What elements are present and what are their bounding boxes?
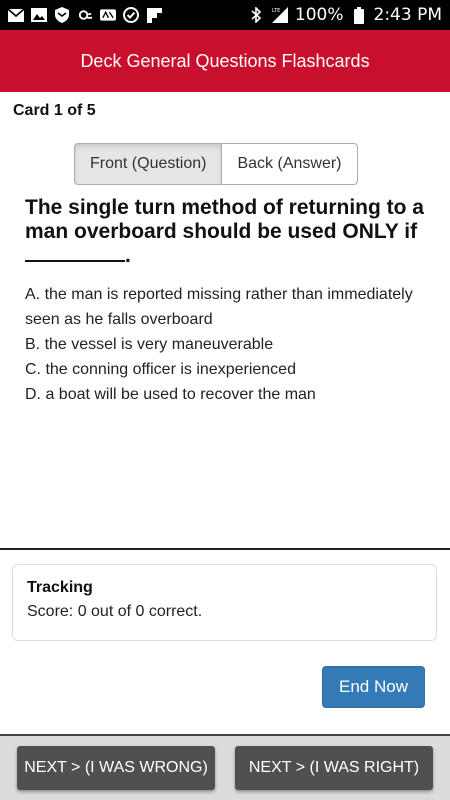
tracking-score: Score: 0 out of 0 correct.	[27, 603, 203, 620]
shield-icon	[54, 7, 70, 23]
mail-icon	[8, 7, 24, 23]
status-time: 2:43 PM	[373, 5, 443, 25]
question-blank	[25, 244, 125, 262]
answer-option-a: A. the man is reported missing rather th…	[25, 286, 413, 328]
cloud-icon	[77, 7, 93, 23]
svg-text:LTE: LTE	[272, 8, 280, 14]
battery-percent: 100%	[294, 5, 344, 25]
card-side-toggle: Front (Question) Back (Answer)	[74, 143, 358, 185]
next-right-button[interactable]: NEXT > (I WAS RIGHT)	[235, 746, 433, 790]
answer-option-b: B. the vessel is very maneuverable	[25, 336, 274, 353]
back-answer-tab[interactable]: Back (Answer)	[222, 143, 358, 185]
tracking-panel: Tracking Score: 0 out of 0 correct.	[12, 564, 437, 641]
flipboard-icon	[146, 7, 162, 23]
answer-list: A. the man is reported missing rather th…	[25, 282, 435, 407]
lte-signal-icon: LTE	[271, 7, 288, 23]
app-header: Deck General Questions Flashcards	[0, 30, 450, 92]
status-bar: LTE 100% 2:43 PM	[0, 0, 450, 30]
image-icon	[31, 7, 47, 23]
mlb-icon	[100, 7, 116, 23]
battery-icon	[351, 6, 367, 24]
status-bar-system: LTE 100% 2:43 PM	[249, 5, 442, 25]
question-text: The single turn method of returning to a…	[25, 196, 435, 268]
page-title: Deck General Questions Flashcards	[80, 50, 370, 71]
front-question-tab[interactable]: Front (Question)	[74, 143, 223, 185]
question-body: The single turn method of returning to a…	[25, 196, 424, 243]
bluetooth-icon	[249, 7, 265, 23]
check-circle-icon	[123, 7, 139, 23]
tracking-title: Tracking	[27, 579, 93, 596]
bottom-action-bar: NEXT > (I WAS WRONG) NEXT > (I WAS RIGHT…	[0, 734, 450, 800]
section-divider	[0, 548, 450, 550]
card-counter: Card 1 of 5	[13, 102, 96, 119]
answer-option-d: D. a boat will be used to recover the ma…	[25, 386, 316, 403]
end-now-button[interactable]: End Now	[322, 666, 425, 708]
next-wrong-button[interactable]: NEXT > (I WAS WRONG)	[17, 746, 215, 790]
status-bar-notifications	[8, 7, 162, 23]
question-end: .	[125, 244, 131, 267]
answer-option-c: C. the conning officer is inexperienced	[25, 361, 296, 378]
